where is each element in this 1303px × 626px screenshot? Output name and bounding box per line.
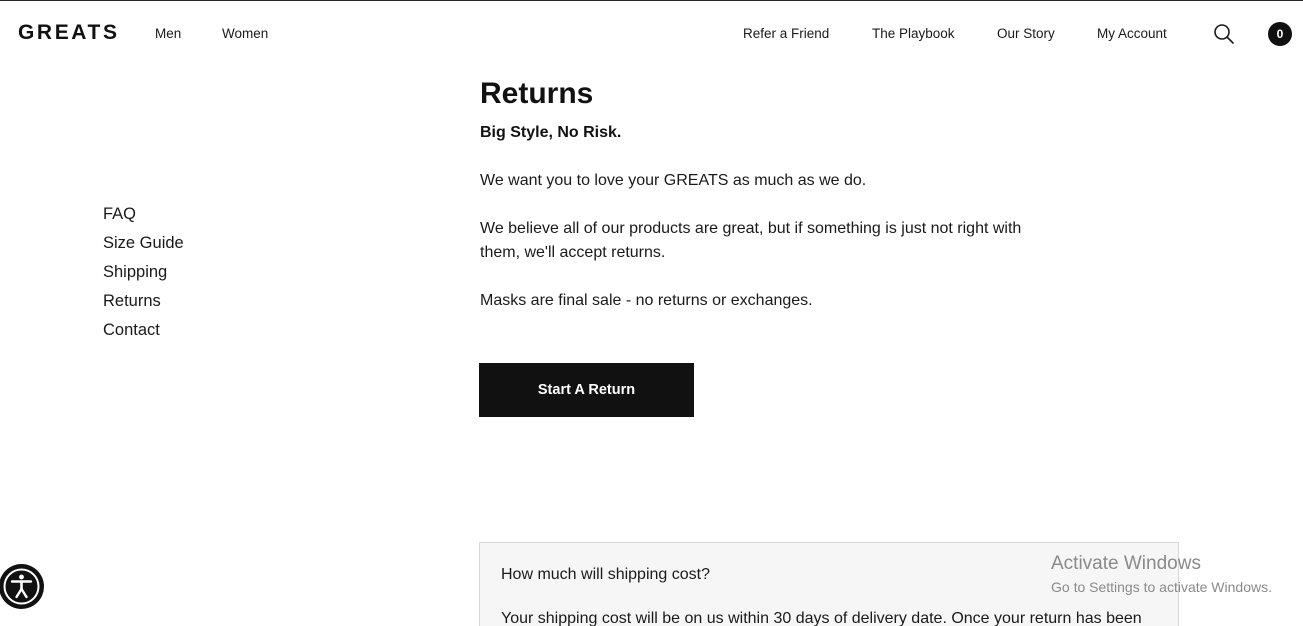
shipping-cost-faq-panel[interactable]: How much will shipping cost? Your shippi…: [479, 542, 1179, 626]
returns-policy-paragraph: We believe all of our products are great…: [480, 220, 1022, 261]
nav-my-account[interactable]: My Account: [1097, 26, 1167, 41]
help-sidebar: FAQ Size Guide Shipping Returns Contact: [103, 200, 184, 345]
search-icon[interactable]: [1212, 22, 1236, 46]
greats-logo[interactable]: GREATS: [18, 21, 120, 45]
nav-our-story[interactable]: Our Story: [997, 26, 1055, 41]
site-header: GREATS Men Women Refer a Friend The Play…: [0, 1, 1303, 67]
sidebar-item-returns[interactable]: Returns: [103, 287, 184, 316]
sidebar-item-faq[interactable]: FAQ: [103, 200, 184, 229]
faq-answer: Your shipping cost will be on us within …: [501, 610, 1142, 626]
nav-refer-a-friend[interactable]: Refer a Friend: [743, 26, 829, 41]
page-subtitle: Big Style, No Risk.: [480, 124, 622, 141]
cart-count-badge[interactable]: 0: [1268, 22, 1292, 46]
page-title: Returns: [480, 77, 594, 110]
nav-men[interactable]: Men: [155, 26, 181, 41]
returns-content: Returns Big Style, No Risk. We want you …: [480, 76, 1060, 313]
sidebar-item-shipping[interactable]: Shipping: [103, 258, 184, 287]
faq-question[interactable]: How much will shipping cost?: [501, 566, 710, 584]
intro-paragraph: We want you to love your GREATS as much …: [480, 172, 867, 189]
nav-the-playbook[interactable]: The Playbook: [872, 26, 955, 41]
accessibility-icon[interactable]: [0, 564, 44, 609]
masks-final-sale-paragraph: Masks are final sale - no returns or exc…: [480, 292, 813, 309]
sidebar-item-size-guide[interactable]: Size Guide: [103, 229, 184, 258]
sidebar-item-contact[interactable]: Contact: [103, 316, 184, 345]
nav-women[interactable]: Women: [222, 26, 268, 41]
start-a-return-button[interactable]: Start A Return: [479, 363, 694, 417]
